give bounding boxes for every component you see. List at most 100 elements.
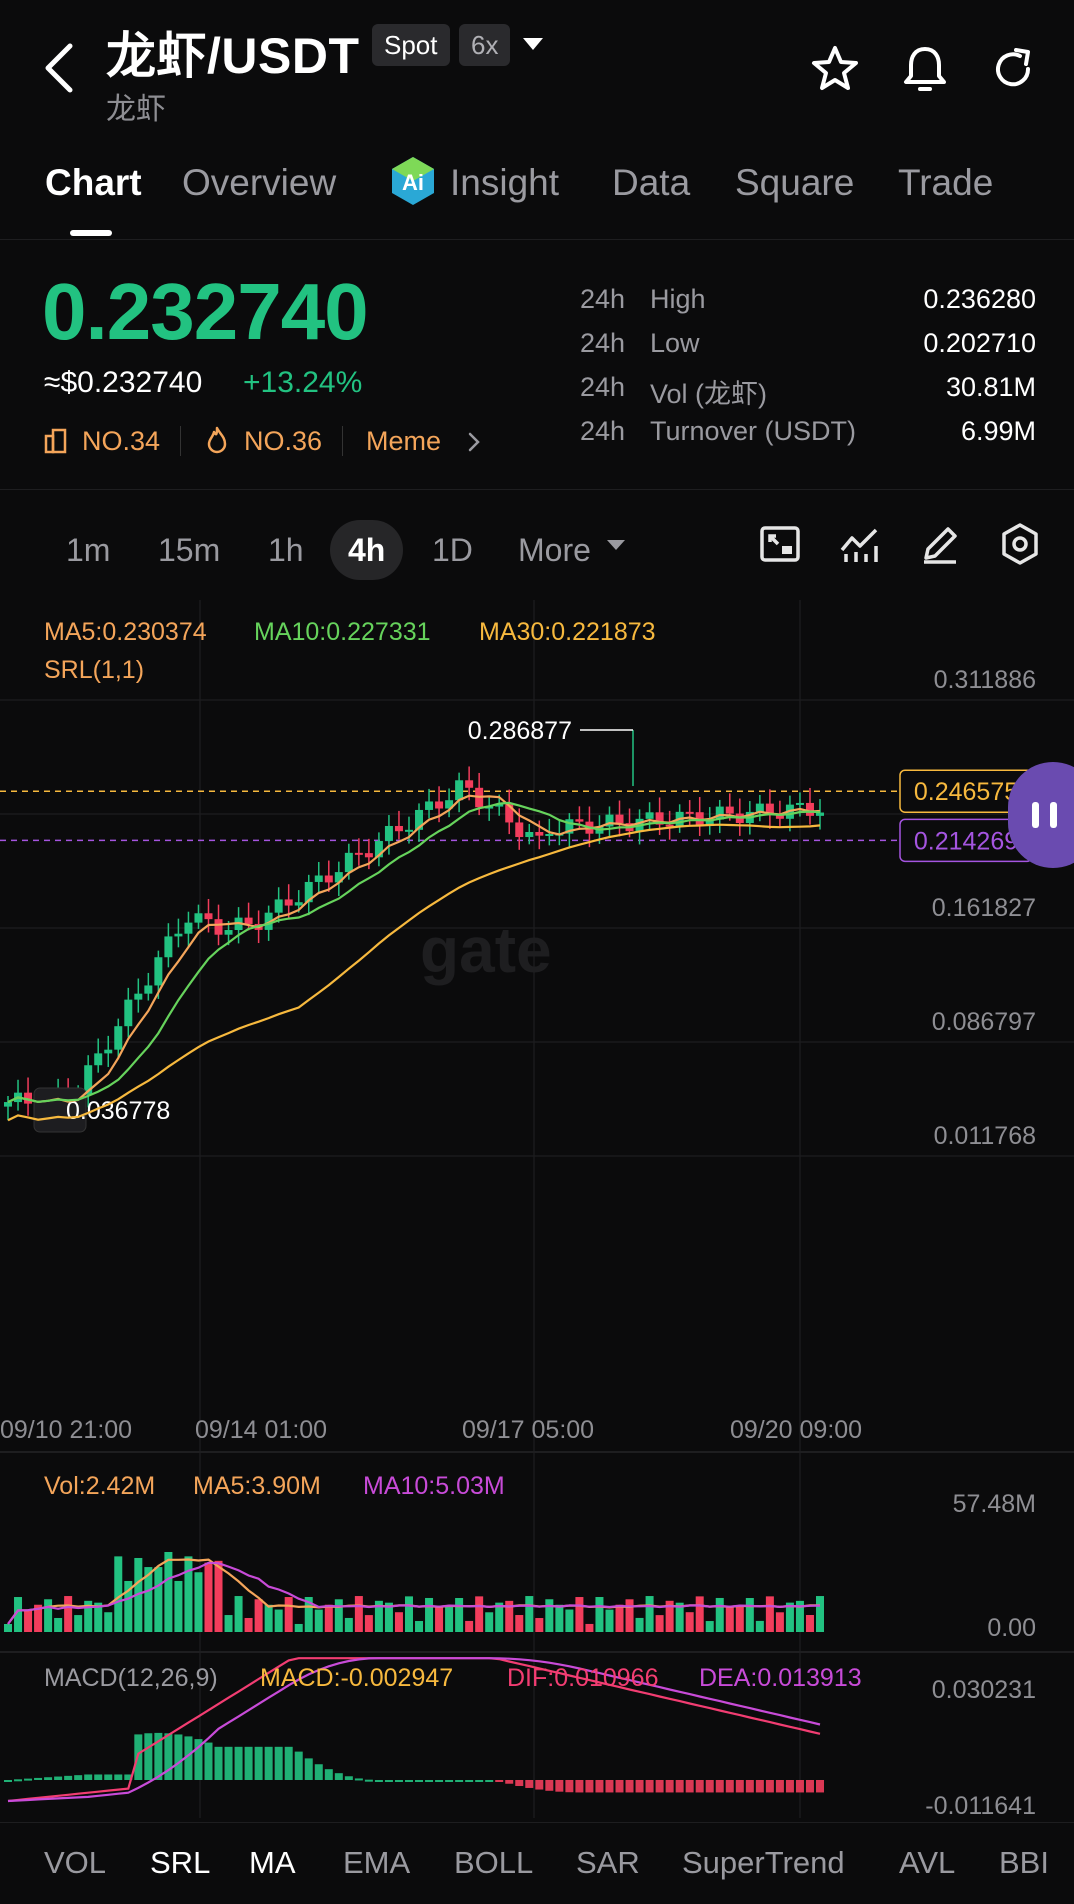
volume-bar [585,1623,594,1632]
tab-data[interactable]: Data [612,162,690,204]
volume-bar [274,1609,283,1632]
macd-histogram-bar [174,1734,183,1780]
legend-dea: DEA:0.013913 [699,1664,862,1692]
indicator-sar[interactable]: SAR [576,1845,640,1881]
timeframe-1m[interactable]: 1m [48,520,128,580]
candle-body [795,802,804,805]
indicator-bbi[interactable]: BBI [999,1845,1049,1881]
tab-overview[interactable]: Overview [182,162,336,204]
flame-icon [207,426,227,454]
timeframe-more[interactable]: More [500,520,609,580]
tab-chart[interactable]: Chart [45,162,142,204]
macd-histogram-bar [234,1746,243,1780]
volume-bar [635,1617,644,1632]
macd-histogram-bar [354,1778,363,1781]
hot-rank[interactable]: NO.36 [244,426,322,457]
macd-histogram-bar [44,1777,53,1780]
indicator-vol[interactable]: VOL [44,1845,106,1881]
macd-histogram-bar [74,1775,83,1780]
y-tick-label: 0.311886 [934,666,1036,694]
volume-bar [334,1599,343,1632]
macd-histogram-bar [695,1780,704,1793]
draw-pencil-icon[interactable] [918,522,962,566]
refresh-icon[interactable] [988,44,1038,94]
macd-histogram-bar [795,1780,804,1793]
macd-histogram-bar [715,1780,724,1793]
timeframe-1h[interactable]: 1h [250,520,322,580]
volume-bar [745,1598,754,1632]
settings-gear-icon[interactable] [998,522,1042,566]
chevron-down-icon[interactable] [607,540,625,550]
candle-body [344,852,353,873]
macd-histogram-bar [64,1775,73,1780]
floating-assistant-button[interactable] [1008,762,1074,868]
candle-body [274,899,283,913]
indicator-icon[interactable] [838,522,882,566]
min-price-label: 0.036778 [66,1097,170,1125]
candle-body [545,833,554,836]
legend-vol-ma5: MA5:3.90M [193,1472,321,1500]
indicator-srl[interactable]: SRL [150,1845,210,1881]
indicator-ma[interactable]: MA [249,1845,296,1881]
volume-bar [154,1567,163,1632]
max-price-label: 0.286877 [468,717,572,745]
indicator-ema[interactable]: EMA [343,1845,410,1881]
volume-bar [294,1623,303,1632]
back-arrow-icon[interactable] [40,40,80,96]
candle-body [164,936,173,958]
chart-canvas[interactable]: 0.3118860.2368570.1618270.0867970.011768… [0,600,1074,1818]
timeframe-15m[interactable]: 15m [140,520,238,580]
header: 龙虾/USDT Spot 6x 龙虾 [0,0,1074,130]
macd-histogram-bar [595,1780,604,1793]
macd-histogram-bar [816,1780,824,1793]
macd-histogram-bar [24,1778,33,1781]
pair-dropdown-icon[interactable] [523,38,543,50]
macd-histogram-bar [435,1780,444,1782]
tab-trade[interactable]: Trade [898,162,993,204]
market-cap-rank[interactable]: NO.34 [82,426,160,457]
star-icon[interactable] [810,44,860,94]
volume-bar [465,1620,474,1632]
volume-bar [264,1604,273,1632]
tab-square[interactable]: Square [735,162,854,204]
volume-bar [816,1596,824,1632]
x-tick-label: 09/20 09:00 [730,1416,862,1444]
volume-bar [394,1612,403,1632]
category-tag[interactable]: Meme [366,426,441,457]
candle-body [214,919,223,935]
tab-insight[interactable]: Insight [450,162,559,204]
chevron-right-icon[interactable] [466,430,482,454]
volume-bar [695,1596,704,1632]
macd-histogram-bar [4,1780,12,1782]
macd-histogram-bar [84,1774,93,1780]
leverage-tag[interactable]: 6x [459,24,511,66]
spot-tag[interactable]: Spot [372,24,450,66]
ai-insight-icon: Ai [392,157,434,205]
price-chart[interactable]: 0.3118860.2368570.1618270.0867970.011768… [0,600,1074,1818]
candle-body [194,913,203,923]
volume-bar [174,1580,183,1632]
indicator-boll[interactable]: BOLL [454,1845,533,1881]
candle-body [314,875,323,882]
indicator-avl[interactable]: AVL [899,1845,955,1881]
candle-body [455,780,464,801]
candle-body [144,985,153,994]
indicator-supertrend[interactable]: SuperTrend [682,1845,845,1881]
macd-histogram-bar [394,1780,403,1782]
fullscreen-icon[interactable] [758,522,802,566]
legend-macd: MACD:-0.002947 [260,1664,454,1692]
candle-body [94,1053,103,1066]
volume-bar [54,1617,63,1632]
macd-histogram-bar [314,1764,323,1780]
macd-histogram-bar [294,1751,303,1780]
price-summary: 0.232740 ≈$0.232740 +13.24% NO.34 NO.36 … [0,250,1074,490]
timeframe-1d[interactable]: 1D [414,520,491,580]
volume-bar [425,1597,434,1632]
timeframe-4h[interactable]: 4h [330,520,404,580]
macd-histogram-bar [745,1780,754,1793]
volume-bar [705,1621,714,1632]
macd-histogram-bar [144,1733,153,1780]
volume-bar [244,1618,253,1632]
bell-icon[interactable] [900,44,950,94]
candle-body [515,822,524,838]
